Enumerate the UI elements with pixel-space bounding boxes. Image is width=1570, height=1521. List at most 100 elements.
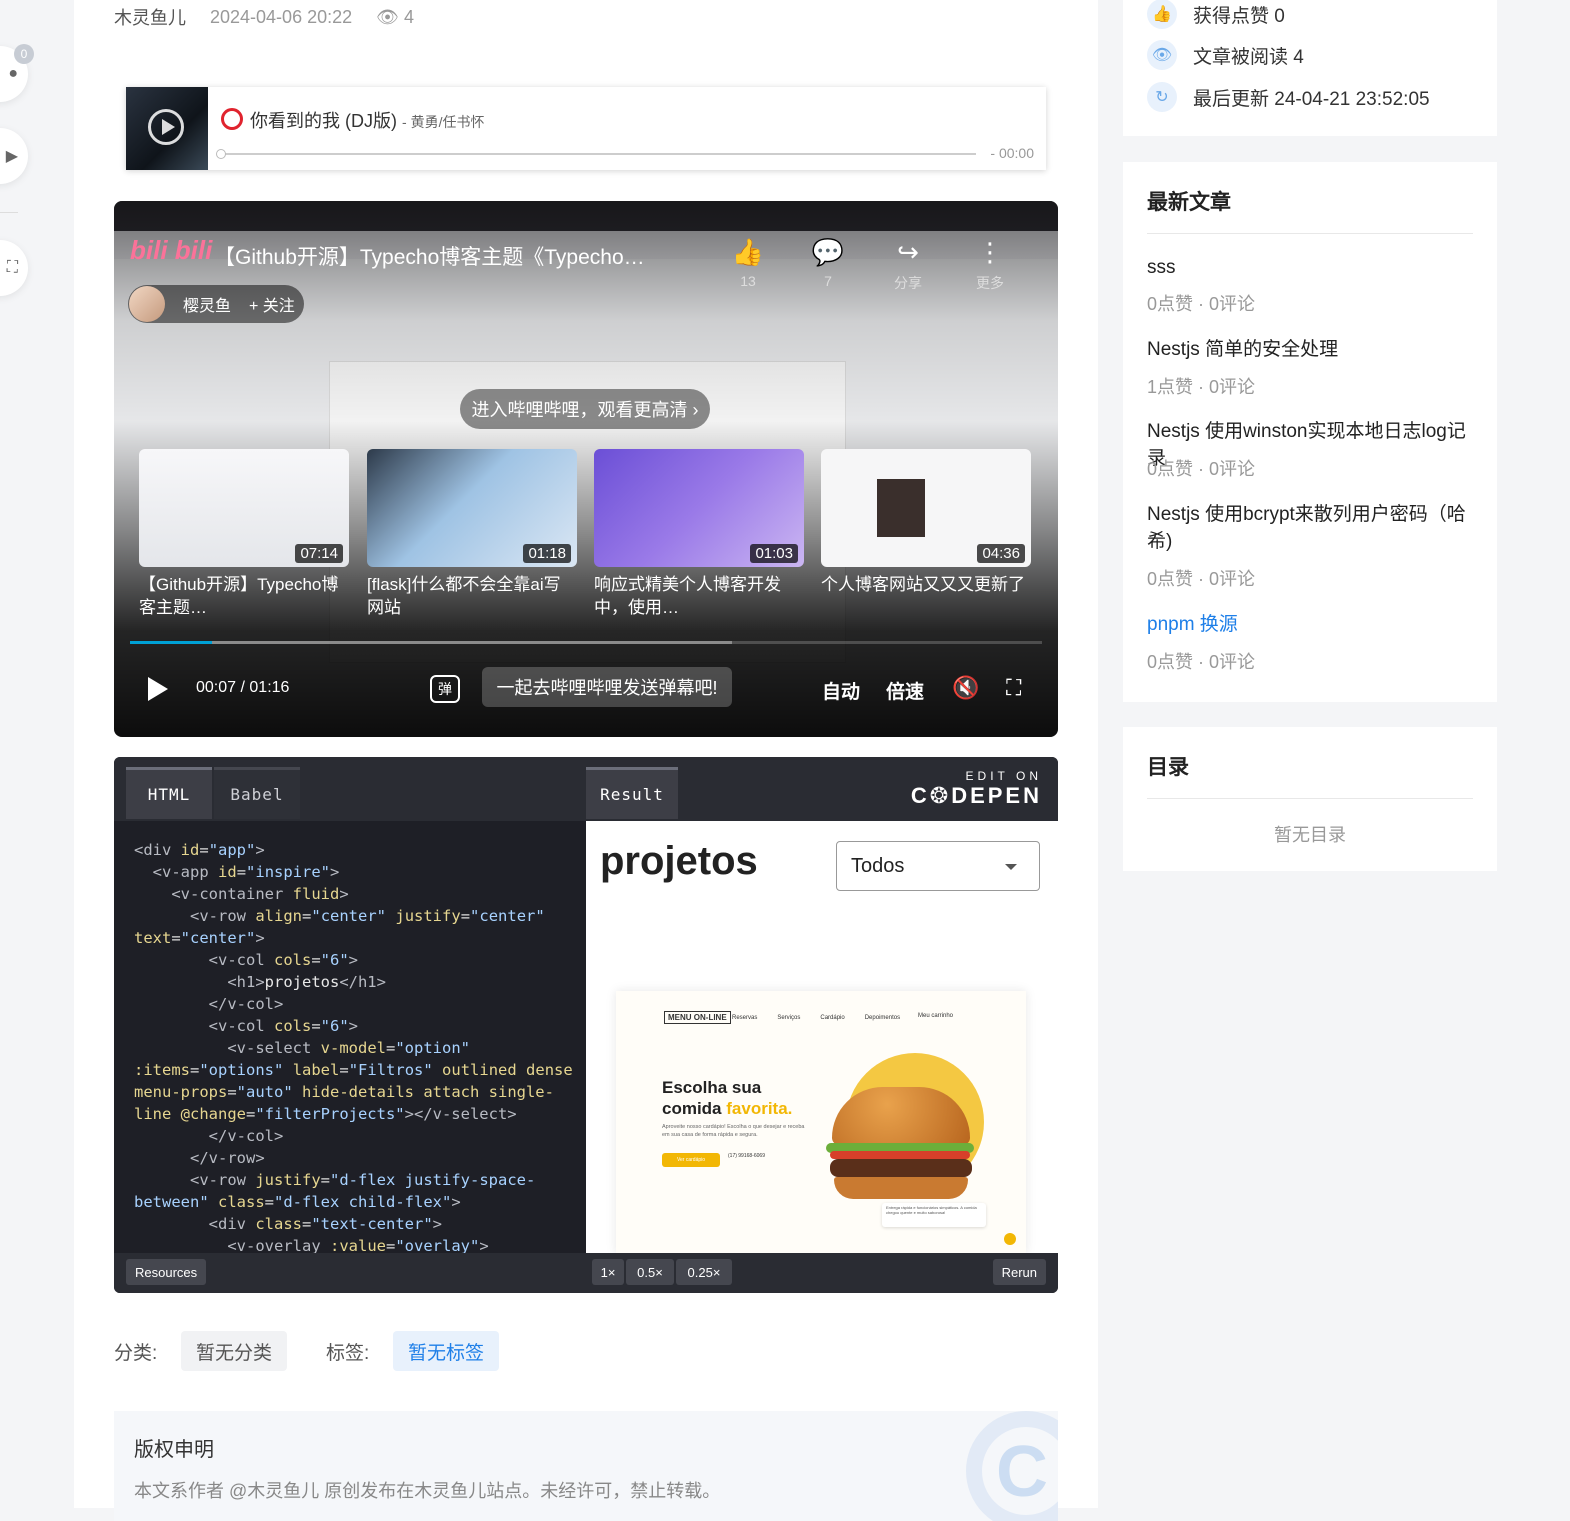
video-share-button[interactable]: ↪ 分享 <box>878 237 938 293</box>
video-progress-fill <box>130 641 213 644</box>
project-preview-image[interactable]: MENU ON-LINE Reservas Serviços Cardápio Dep… <box>616 991 1026 1253</box>
copyright-text: 本文系作者 @木灵鱼儿 原创发布在木灵鱼儿站点。未经许可，禁止转载。 <box>134 1481 721 1501</box>
category-chip[interactable]: 暂无分类 <box>181 1331 288 1371</box>
codepen-result-pane: projetos Todos MENU ON-LINE Reservas Serv… <box>586 821 1058 1253</box>
shot-cart: Meu carrinho <box>918 1013 954 1019</box>
article-counts: 0点赞 · 0评论 <box>1147 294 1256 314</box>
refresh-icon: ↻ <box>1147 82 1177 112</box>
article-link[interactable]: sss <box>1147 254 1477 281</box>
post-meta: 木灵鱼儿 2024-04-06 20:22 👁 4 <box>114 4 414 30</box>
article-link[interactable]: Nestjs 使用bcrypt来散列用户密码（哈希) <box>1147 501 1477 555</box>
stat-views: 👁 文章被阅读 4 <box>1147 38 1304 72</box>
song-title: 你看到的我 (DJ版) <box>250 111 397 131</box>
mute-icon[interactable]: 🔇 <box>952 675 979 701</box>
zoom-quarter-button[interactable]: 0.25× <box>676 1259 732 1285</box>
share-icon: ↪ <box>897 237 919 267</box>
video-title[interactable]: 【Github开源】Typecho博客主题《Typecho… <box>214 241 645 271</box>
rerun-button[interactable]: Rerun <box>992 1259 1046 1285</box>
video-play-button[interactable] <box>148 677 168 701</box>
song-artist: - 黄勇/任书怀 <box>402 114 485 130</box>
music-time: - 00:00 <box>990 145 1034 161</box>
more-icon: ⋮ <box>977 237 1003 267</box>
song-info: 你看到的我 (DJ版) - 黄勇/任书怀 <box>250 107 484 133</box>
video-duration: 04:36 <box>977 544 1025 563</box>
zoom-1x-button[interactable]: 1× <box>592 1259 624 1285</box>
uploader-name: 樱灵鱼 <box>183 298 232 315</box>
filter-select-value: Todos <box>851 854 905 877</box>
thumbs-up-icon: 👍 <box>1147 0 1177 29</box>
filter-select[interactable]: Todos <box>836 841 1040 891</box>
copyright-notice: 版权申明 本文系作者 @木灵鱼儿 原创发布在木灵鱼儿站点。未经许可，禁止转载。 <box>114 1411 1058 1521</box>
shot-note: Entrega rápida e funcionários simpáticos… <box>882 1203 986 1227</box>
share-rail-button[interactable]: ▶ <box>0 128 28 184</box>
shot-description: Aproveite nosso cardápio! Escolha o que … <box>662 1124 805 1138</box>
codepen-logo[interactable]: C❂DEPEN <box>911 783 1042 809</box>
post-author[interactable]: 木灵鱼儿 <box>114 4 186 30</box>
video-thumbnail: 01:18 <box>367 449 577 567</box>
share-icon: ▶ <box>5 148 18 165</box>
toc-empty: 暂无目录 <box>1274 825 1346 845</box>
article-main: 木灵鱼儿 2024-04-06 20:22 👁 4 你看到的我 (DJ版) - … <box>74 0 1098 1521</box>
article-link[interactable]: Nestjs 简单的安全处理 <box>1147 336 1477 363</box>
fullscreen-icon: ⛶ <box>6 259 18 276</box>
tab-result[interactable]: Result <box>586 767 678 819</box>
eye-icon: 👁 <box>1147 40 1177 70</box>
hd-prompt-button[interactable]: 进入哔哩哔哩，观看更高清 › <box>460 389 710 429</box>
article-counts: 1点赞 · 0评论 <box>1147 377 1256 397</box>
comment-icon: 💬 <box>811 237 845 267</box>
post-views: 👁 4 <box>376 7 414 28</box>
recommended-video[interactable]: 04:36 个人博客网站又又又更新了 <box>821 449 1031 596</box>
resources-button[interactable]: Resources <box>126 1259 207 1285</box>
video-like-button[interactable]: 👍 13 <box>718 237 778 289</box>
video-more-button[interactable]: ⋮ 更多 <box>960 237 1020 293</box>
zoom-half-button[interactable]: 0.5× <box>626 1259 674 1285</box>
video-thumbnail: 04:36 <box>821 449 1031 567</box>
video-duration: 01:03 <box>750 544 798 563</box>
video-duration: 01:18 <box>523 544 571 563</box>
fullscreen-icon[interactable]: ⛶ <box>1006 675 1021 701</box>
post-date: 2024-04-06 20:22 <box>210 6 353 27</box>
shot-logo: MENU ON-LINE <box>664 1011 731 1024</box>
danmaku-input[interactable]: 一起去哔哩哔哩发送弹幕吧! <box>482 667 732 707</box>
recommended-video[interactable]: 01:18 [flask]什么都不会全靠ai写网站 <box>367 449 577 619</box>
follow-button[interactable]: + 关注 <box>249 292 295 316</box>
rail-divider <box>0 212 18 213</box>
toc-title: 目录 <box>1147 756 1189 779</box>
category-label: 分类: <box>114 1342 158 1364</box>
copyright-title: 版权申明 <box>134 1439 214 1461</box>
video-thumbnail: 01:03 <box>594 449 804 567</box>
latest-articles-card: 最新文章 sss 0点赞 · 0评论 Nestjs 简单的安全处理 1点赞 · … <box>1123 162 1497 702</box>
caret-down-icon <box>1005 864 1017 870</box>
danmaku-toggle-icon[interactable]: 弹 <box>430 675 460 703</box>
eye-icon: 👁 <box>376 6 399 27</box>
recommended-title: [flask]什么都不会全靠ai写网站 <box>367 575 561 617</box>
video-progress-bar[interactable] <box>130 641 1042 644</box>
copyright-icon <box>966 1411 1058 1521</box>
tag-chip[interactable]: 暂无标签 <box>393 1331 500 1371</box>
bilibili-video-player[interactable]: bili bili 【Github开源】Typecho博客主题《Typecho…… <box>114 201 1058 737</box>
tab-babel[interactable]: Babel <box>214 767 300 819</box>
article-link-active[interactable]: pnpm 换源 <box>1147 611 1477 638</box>
recommended-video[interactable]: 07:14 【Github开源】Typecho博客主题… <box>139 449 349 619</box>
shot-phone: (17) 99168-6069 <box>728 1153 765 1159</box>
uploader-chip[interactable]: 樱灵鱼 + 关注 <box>128 285 304 323</box>
recommended-video[interactable]: 01:03 响应式精美个人博客开发中，使用… <box>594 449 804 619</box>
video-comment-button[interactable]: 💬 7 <box>798 237 858 289</box>
fullscreen-rail-button[interactable]: ⛶ <box>0 240 28 296</box>
play-icon[interactable] <box>148 109 184 145</box>
post-views-count: 4 <box>404 6 415 27</box>
codepen-edit-on[interactable]: EDIT ON <box>966 769 1042 783</box>
tag-label: 标签: <box>326 1342 370 1364</box>
codepen-footer: Resources 1× 0.5× 0.25× Rerun <box>114 1253 1058 1293</box>
quality-auto-button[interactable]: 自动 <box>822 677 860 704</box>
tab-html[interactable]: HTML <box>126 767 212 819</box>
speed-button[interactable]: 倍速 <box>886 677 924 704</box>
avatar <box>129 286 165 322</box>
shot-headline: Escolha sua comida favorita. <box>662 1078 793 1118</box>
music-progress-bar[interactable] <box>216 149 976 159</box>
recommended-title: 响应式精美个人博客开发中，使用… <box>594 575 781 617</box>
toc-card: 目录 暂无目录 <box>1123 727 1497 871</box>
code-editor[interactable]: <div id="app"> <v-app id="inspire"> <v-c… <box>114 821 586 1253</box>
stat-likes: 👍 获得点赞 0 <box>1147 0 1285 31</box>
album-cover[interactable] <box>126 87 208 170</box>
